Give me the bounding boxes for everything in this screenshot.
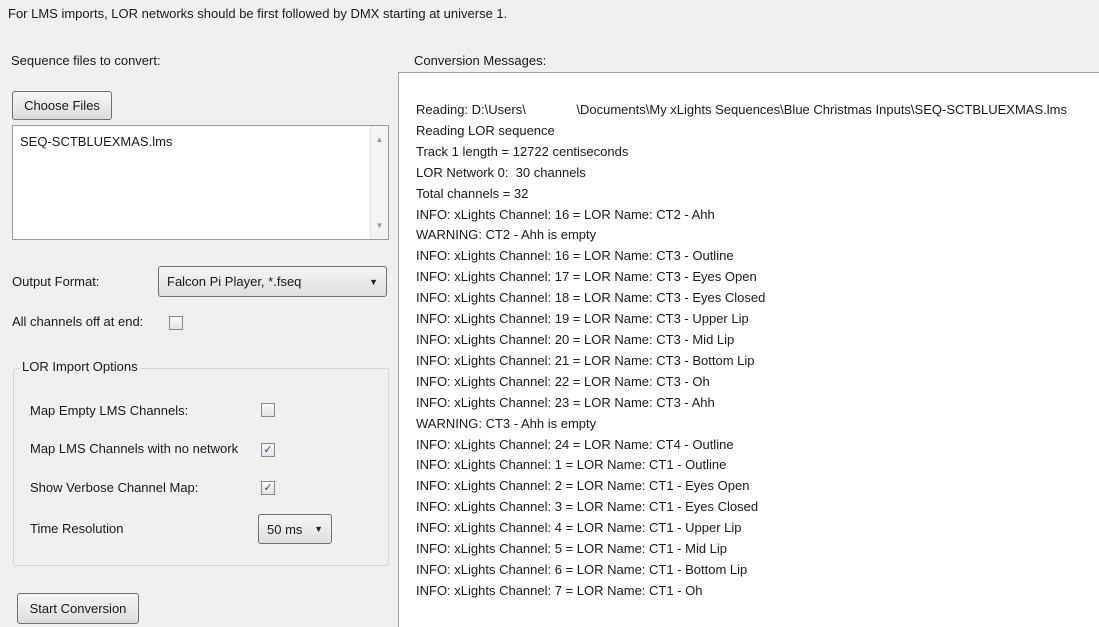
conversion-messages-pane[interactable]: Reading: D:\Users\ \Documents\My xLights…	[398, 72, 1099, 627]
chevron-down-icon: ▼	[369, 276, 378, 287]
message-line: INFO: xLights Channel: 18 = LOR Name: CT…	[416, 290, 766, 306]
lor-import-options-group	[13, 368, 389, 566]
time-resolution-label: Time Resolution	[30, 521, 124, 536]
conversion-messages-text: Reading: D:\Users\ \Documents\My xLights…	[416, 100, 1067, 602]
message-line: INFO: xLights Channel: 3 = LOR Name: CT1…	[416, 499, 759, 515]
time-resolution-select[interactable]: 50 ms ▼	[258, 514, 332, 544]
chevron-down-icon: ▼	[314, 524, 323, 534]
message-line: INFO: xLights Channel: 23 = LOR Name: CT…	[416, 394, 715, 410]
message-line: INFO: xLights Channel: 17 = LOR Name: CT…	[416, 269, 757, 285]
choose-files-button[interactable]: Choose Files	[12, 91, 112, 120]
scroll-down-icon[interactable]: ▼	[371, 221, 388, 230]
checkmark-icon: ✓	[263, 482, 273, 494]
sequence-file-list[interactable]: SEQ-SCTBLUEXMAS.lms ▲ ▼	[12, 125, 389, 240]
message-line: INFO: xLights Channel: 16 = LOR Name: CT…	[416, 248, 734, 264]
message-line: Total channels = 32	[416, 185, 529, 201]
message-line: INFO: xLights Channel: 22 = LOR Name: CT…	[416, 373, 710, 389]
map-empty-lms-channels-checkbox[interactable]	[261, 403, 275, 417]
time-resolution-value: 50 ms	[267, 521, 303, 537]
message-line: INFO: xLights Channel: 1 = LOR Name: CT1…	[416, 457, 727, 473]
message-line: INFO: xLights Channel: 24 = LOR Name: CT…	[416, 436, 734, 452]
message-line: INFO: xLights Channel: 2 = LOR Name: CT1…	[416, 478, 750, 494]
conversion-messages-label: Conversion Messages:	[414, 53, 547, 68]
map-empty-lms-channels-label: Map Empty LMS Channels:	[30, 403, 189, 418]
message-line: INFO: xLights Channel: 7 = LOR Name: CT1…	[416, 582, 703, 598]
show-verbose-channel-map-checkbox[interactable]: ✓	[261, 481, 275, 495]
output-format-label: Output Format:	[12, 274, 100, 289]
lor-import-options-title: LOR Import Options	[19, 359, 141, 374]
list-item[interactable]: SEQ-SCTBLUEXMAS.lms	[20, 134, 172, 149]
output-format-value: Falcon Pi Player, *.fseq	[167, 274, 302, 289]
output-format-select[interactable]: Falcon Pi Player, *.fseq ▼	[158, 266, 387, 297]
message-line: INFO: xLights Channel: 4 = LOR Name: CT1…	[416, 520, 742, 536]
message-line: Reading LOR sequence	[416, 122, 555, 138]
show-verbose-channel-map-label: Show Verbose Channel Map:	[30, 480, 199, 495]
lms-import-notice: For LMS imports, LOR networks should be …	[8, 6, 508, 21]
checkmark-icon: ✓	[263, 444, 273, 456]
message-line: INFO: xLights Channel: 20 = LOR Name: CT…	[416, 331, 735, 347]
message-line: INFO: xLights Channel: 6 = LOR Name: CT1…	[416, 561, 748, 577]
scroll-up-icon[interactable]: ▲	[371, 135, 388, 144]
message-line: INFO: xLights Channel: 21 = LOR Name: CT…	[416, 352, 755, 368]
message-line: LOR Network 0: 30 channels	[416, 164, 586, 180]
map-lms-no-network-label: Map LMS Channels with no network	[30, 441, 239, 456]
message-line: WARNING: CT3 - Ahh is empty	[416, 415, 597, 431]
message-line: Track 1 length = 12722 centiseconds	[416, 143, 629, 159]
message-line: Reading: D:\Users\ \Documents\My xLights…	[416, 102, 1067, 117]
sequence-files-label: Sequence files to convert:	[11, 53, 161, 68]
message-line: INFO: xLights Channel: 16 = LOR Name: CT…	[416, 206, 715, 222]
file-list-scrollbar[interactable]: ▲ ▼	[370, 126, 388, 239]
all-channels-off-label: All channels off at end:	[12, 314, 144, 329]
message-line: WARNING: CT2 - Ahh is empty	[416, 227, 597, 243]
start-conversion-button[interactable]: Start Conversion	[17, 593, 139, 624]
message-line: INFO: xLights Channel: 5 = LOR Name: CT1…	[416, 541, 728, 557]
message-line: INFO: xLights Channel: 19 = LOR Name: CT…	[416, 311, 749, 327]
map-lms-no-network-checkbox[interactable]: ✓	[261, 443, 275, 457]
all-channels-off-checkbox[interactable]	[169, 316, 183, 330]
